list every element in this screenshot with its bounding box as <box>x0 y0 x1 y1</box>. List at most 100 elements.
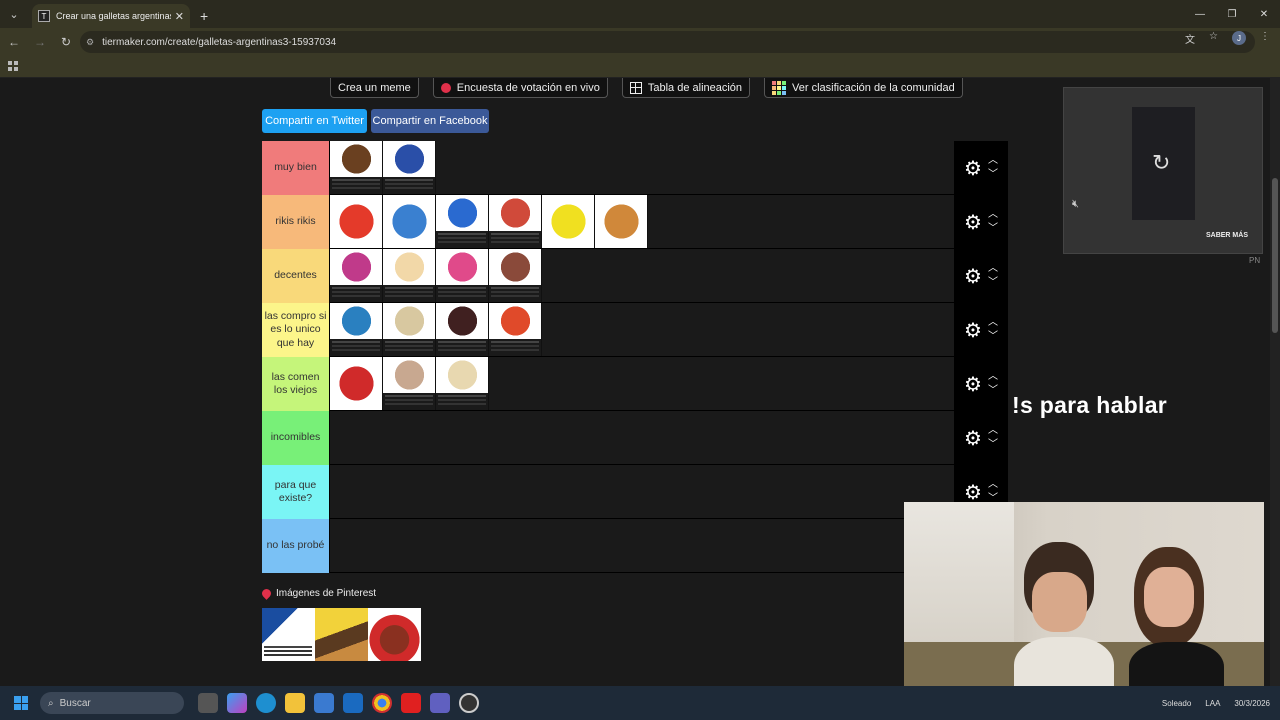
cookie-item[interactable] <box>436 303 489 356</box>
unranked-cookie-item[interactable] <box>368 608 421 661</box>
outlook-icon[interactable] <box>343 693 363 713</box>
community-rank-button[interactable]: Ver clasificación de la comunidad <box>764 78 963 98</box>
tier-items[interactable] <box>329 411 954 464</box>
tier-label[interactable]: rikis rikis <box>262 195 329 249</box>
tier-items[interactable] <box>329 195 954 248</box>
store-icon[interactable] <box>314 693 334 713</box>
mute-icon[interactable]: 🔇︎ <box>1072 198 1079 211</box>
unranked-cookie-item[interactable] <box>262 608 315 661</box>
cookie-item[interactable] <box>330 195 383 248</box>
chevron-down-icon[interactable]: ﹀ <box>988 384 998 398</box>
tier-items[interactable] <box>329 249 954 302</box>
chevron-up-icon[interactable]: ︿ <box>988 316 998 330</box>
tier-label[interactable]: decentes <box>262 249 329 303</box>
live-vote-button[interactable]: Encuesta de votación en vivo <box>432 78 608 98</box>
restore-icon[interactable]: ❐ <box>1216 0 1248 28</box>
cookie-item[interactable] <box>383 195 436 248</box>
scroll-thumb[interactable] <box>1272 178 1278 333</box>
cookie-item[interactable] <box>330 303 383 356</box>
date-text[interactable]: 30/3/2026 <box>1234 699 1270 708</box>
cookie-item[interactable] <box>436 249 489 302</box>
cookie-item[interactable] <box>489 303 542 356</box>
cookie-item[interactable] <box>595 195 648 248</box>
chevron-up-icon[interactable]: ︿ <box>988 154 998 168</box>
cookie-item[interactable] <box>383 249 436 302</box>
close-tab-icon[interactable]: ✕ <box>175 10 184 23</box>
chevron-down-icon[interactable]: ﹀ <box>988 438 998 452</box>
chevron-down-icon[interactable]: ﹀ <box>988 168 998 182</box>
edge-icon[interactable] <box>256 693 276 713</box>
chevron-up-icon[interactable]: ︿ <box>988 424 998 438</box>
cookie-item[interactable] <box>489 249 542 302</box>
back-icon[interactable]: ← <box>2 35 26 49</box>
cookie-item[interactable] <box>436 195 489 248</box>
youtube-icon[interactable] <box>401 693 421 713</box>
tier-label[interactable]: las comen los viejos <box>262 357 329 411</box>
chevron-down-icon[interactable]: ﹀ <box>988 222 998 236</box>
taskbar-search[interactable]: ⌕ Buscar <box>40 692 184 714</box>
clock-app-icon[interactable] <box>459 693 479 713</box>
cookie-item[interactable] <box>489 195 542 248</box>
translate-icon[interactable]: 文 <box>1185 31 1195 46</box>
share-twitter-button[interactable]: Compartir en Twitter <box>262 109 367 133</box>
cookie-item[interactable] <box>330 357 383 410</box>
tier-label[interactable]: no las probé <box>262 519 329 573</box>
cookie-item[interactable] <box>383 303 436 356</box>
chrome-icon[interactable] <box>372 693 392 713</box>
unranked-cookie-item[interactable] <box>315 608 368 661</box>
copilot-icon[interactable] <box>227 693 247 713</box>
chevron-up-icon[interactable]: ︿ <box>988 262 998 276</box>
forward-icon[interactable]: → <box>28 35 52 49</box>
close-window-icon[interactable]: ✕ <box>1248 0 1280 28</box>
cookie-item[interactable] <box>330 141 383 194</box>
tier-label[interactable]: muy bien <box>262 141 329 195</box>
explorer-icon[interactable] <box>285 693 305 713</box>
tier-label[interactable]: las compro si es lo unico que hay <box>262 303 329 357</box>
address-bar[interactable]: ⚙ tiermaker.com/create/galletas-argentin… <box>80 31 1255 53</box>
browser-tab[interactable]: T Crear una galletas argentinas3 - ✕ <box>32 4 190 28</box>
chevron-up-icon[interactable]: ︿ <box>988 370 998 384</box>
gear-icon[interactable]: ⚙ <box>960 480 986 505</box>
tier-label[interactable]: incomibles <box>262 411 329 465</box>
chevron-up-icon[interactable]: ︿ <box>988 208 998 222</box>
weather-text[interactable]: Soleado <box>1162 699 1191 708</box>
profile-avatar[interactable]: J <box>1232 31 1246 45</box>
cookie-item[interactable] <box>542 195 595 248</box>
reload-icon[interactable]: ↻ <box>54 35 78 49</box>
saber-mas-link[interactable]: SABER MÁS <box>1206 232 1248 239</box>
share-facebook-button[interactable]: Compartir en Facebook <box>371 109 489 133</box>
tab-search-icon[interactable]: ⌄ <box>2 2 26 26</box>
cookie-item[interactable] <box>383 357 436 410</box>
chevron-up-icon[interactable]: ︿ <box>988 478 998 492</box>
tier-items[interactable] <box>329 519 954 572</box>
gear-icon[interactable]: ⚙ <box>960 210 986 235</box>
language-indicator[interactable]: LAA <box>1205 699 1220 708</box>
kebab-icon[interactable]: ⋮ <box>1260 31 1270 46</box>
gear-icon[interactable]: ⚙ <box>960 426 986 451</box>
cookie-item[interactable] <box>383 141 436 194</box>
tier-items[interactable] <box>329 357 954 410</box>
new-tab-icon[interactable]: + <box>200 8 208 24</box>
tier-label[interactable]: para que existe? <box>262 465 329 519</box>
cookie-item[interactable] <box>330 249 383 302</box>
meme-button[interactable]: Crea un meme <box>330 78 419 98</box>
video-ad[interactable]: ↻ 🔇︎ SABER MÁS <box>1063 87 1263 254</box>
tier-items[interactable] <box>329 141 954 194</box>
windows-icon[interactable] <box>14 696 28 710</box>
alignment-chart-button[interactable]: Tabla de alineación <box>621 78 751 98</box>
apps-icon[interactable] <box>8 61 18 71</box>
gear-icon[interactable]: ⚙ <box>960 156 986 181</box>
gear-icon[interactable]: ⚙ <box>960 264 986 289</box>
cookie-item[interactable] <box>436 357 489 410</box>
tier-items[interactable] <box>329 303 954 356</box>
chevron-down-icon[interactable]: ﹀ <box>988 330 998 344</box>
gear-icon[interactable]: ⚙ <box>960 318 986 343</box>
teams-icon[interactable] <box>430 693 450 713</box>
site-info-icon[interactable]: ⚙ <box>86 37 94 48</box>
chevron-down-icon[interactable]: ﹀ <box>988 276 998 290</box>
tier-items[interactable] <box>329 465 954 518</box>
gear-icon[interactable]: ⚙ <box>960 372 986 397</box>
star-icon[interactable]: ☆ <box>1209 31 1218 46</box>
page-scrollbar[interactable] <box>1270 78 1280 686</box>
task-view-icon[interactable] <box>198 693 218 713</box>
